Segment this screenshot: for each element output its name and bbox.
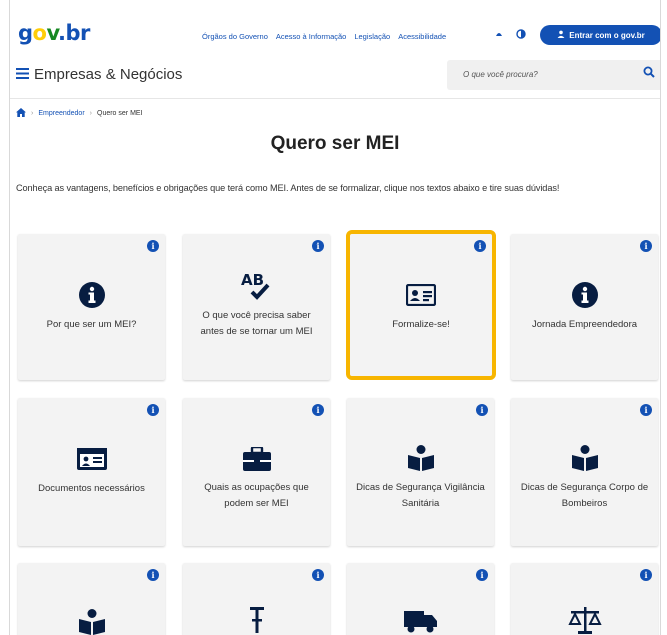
breadcrumb-item-empreendedor[interactable]: Empreendedor [38, 110, 84, 117]
card-row3-1[interactable]: i [18, 563, 165, 635]
logo-letter-g: g [18, 21, 33, 45]
link-acesso-informacao[interactable]: Acesso à Informação [276, 32, 346, 41]
info-icon[interactable]: i [640, 404, 652, 416]
hamburger-icon [16, 66, 29, 83]
card-dicas-vigilancia-sanitaria[interactable]: i Dicas de Segurança Vigilância Sanitári… [347, 398, 494, 546]
top-icons [494, 29, 526, 42]
chevron-right-icon: › [89, 110, 92, 117]
balance-scale-icon [511, 607, 658, 635]
contrast-icon[interactable] [494, 29, 504, 42]
login-label: Entrar com o gov.br [569, 30, 645, 40]
card-formalize-se[interactable]: i Formalize-se! [346, 230, 496, 380]
truck-icon [347, 609, 494, 635]
spellcheck-icon: AB [183, 270, 330, 302]
login-button[interactable]: Entrar com o gov.br [540, 25, 660, 45]
book-reader-icon [511, 445, 658, 471]
top-links: Órgãos do Governo Acesso à Informação Le… [202, 32, 446, 41]
info-icon[interactable]: i [312, 240, 324, 252]
card-row3-4[interactable]: i [511, 563, 658, 635]
top-header: gov.br Órgãos do Governo Acesso à Inform… [10, 0, 660, 52]
info-icon[interactable]: i [312, 404, 324, 416]
info-circle-icon [511, 282, 658, 308]
chevron-right-icon: › [31, 110, 34, 117]
card-label: Formalize-se! [392, 319, 450, 330]
card-label: Documentos necessários [38, 483, 145, 494]
info-icon[interactable]: i [147, 404, 159, 416]
book-reader-icon [347, 445, 494, 471]
card-row3-3[interactable]: i [347, 563, 494, 635]
card-jornada-empreendedora[interactable]: i Jornada Empreendedora [511, 234, 658, 380]
card-label: Por que ser um MEI? [46, 319, 137, 330]
text-cursor-icon [183, 607, 330, 635]
home-icon[interactable] [16, 108, 26, 119]
card-label: O que você precisa saber antes de se tor… [200, 310, 313, 337]
page-title: Quero ser MEI [270, 133, 400, 154]
info-icon[interactable]: i [476, 404, 488, 416]
info-icon[interactable]: i [640, 569, 652, 581]
breadcrumb-item-current: Quero ser MEI [97, 110, 143, 117]
info-icon[interactable]: i [474, 240, 486, 252]
briefcase-icon [183, 447, 330, 471]
breadcrumb: › Empreendedor › Quero ser MEI [16, 108, 143, 119]
card-label: Dicas de Segurança Vigilância Sanitária [356, 482, 485, 509]
header-divider [10, 98, 660, 99]
card-label: Quais as ocupações que podem ser MEI [204, 482, 309, 509]
id-card-icon [350, 284, 492, 306]
search-icon[interactable] [643, 66, 655, 81]
logo-letter-v: v [46, 21, 58, 45]
govbr-logo[interactable]: gov.br [18, 20, 90, 46]
logo-letters-br: br [65, 21, 90, 45]
menu-toggle[interactable]: Empresas & Negócios [16, 66, 182, 83]
book-reader-icon [18, 609, 165, 635]
logo-letter-o: o [32, 21, 47, 45]
site-section-title: Empresas & Negócios [34, 66, 183, 83]
card-documentos-necessarios[interactable]: i Documentos necessários [18, 398, 165, 546]
info-icon[interactable]: i [312, 569, 324, 581]
id-card-icon [18, 448, 165, 470]
card-por-que-ser-mei[interactable]: i Por que ser um MEI? [18, 234, 165, 380]
card-row3-2[interactable]: i [183, 563, 330, 635]
info-circle-icon [18, 282, 165, 308]
page-frame: gov.br Órgãos do Governo Acesso à Inform… [9, 0, 661, 635]
info-icon[interactable]: i [476, 569, 488, 581]
svg-text:AB: AB [241, 271, 264, 289]
card-label: Jornada Empreendedora [531, 319, 638, 330]
info-icon[interactable]: i [147, 569, 159, 581]
search-box[interactable]: O que você procura? [447, 60, 660, 90]
user-icon [557, 30, 565, 40]
info-icon[interactable]: i [147, 240, 159, 252]
card-o-que-precisa-saber[interactable]: i AB O que você precisa saber antes de s… [183, 234, 330, 380]
link-legislacao[interactable]: Legislação [354, 32, 390, 41]
card-dicas-corpo-bombeiros[interactable]: i Dicas de Segurança Corpo de Bombeiros [511, 398, 658, 546]
page-intro: Conheça as vantagens, benefícios e obrig… [16, 183, 560, 193]
info-icon[interactable]: i [640, 240, 652, 252]
card-label: Dicas de Segurança Corpo de Bombeiros [520, 482, 649, 509]
link-orgaos-governo[interactable]: Órgãos do Governo [202, 32, 268, 41]
sub-header: Empresas & Negócios O que você procura? [10, 58, 660, 94]
link-acessibilidade[interactable]: Acessibilidade [398, 32, 446, 41]
theme-icon[interactable] [516, 29, 526, 42]
search-input[interactable]: O que você procura? [463, 70, 538, 79]
card-quais-ocupacoes[interactable]: i Quais as ocupações que podem ser MEI [183, 398, 330, 546]
